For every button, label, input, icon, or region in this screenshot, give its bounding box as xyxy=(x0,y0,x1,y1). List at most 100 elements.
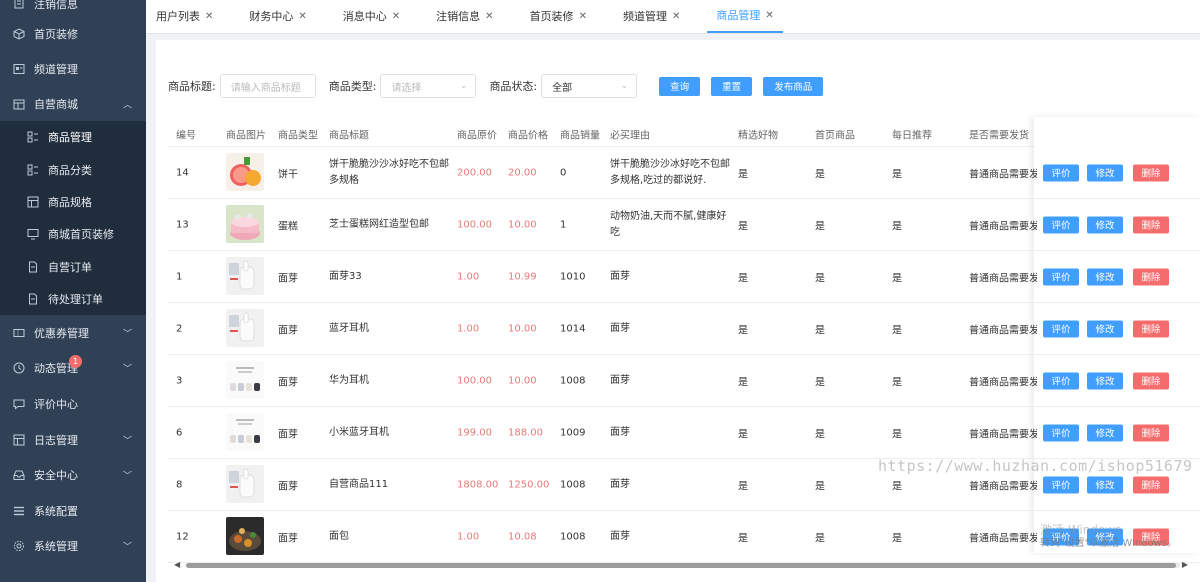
status-filter-value: 全部 xyxy=(552,82,573,94)
edit-button[interactable]: 修改 xyxy=(1087,216,1123,233)
search-button[interactable]: 查询 xyxy=(659,76,701,96)
cell-original-price: 200.00 xyxy=(457,167,492,178)
cell-home: 是 xyxy=(815,377,825,388)
edit-button[interactable]: 修改 xyxy=(1087,372,1123,389)
cell-daily: 是 xyxy=(892,169,902,180)
tab-item[interactable]: 用户列表 ✕ xyxy=(147,0,222,33)
chevron-down-icon: ﹀ xyxy=(122,542,132,553)
close-icon[interactable]: ✕ xyxy=(485,11,493,22)
close-icon[interactable]: ✕ xyxy=(298,11,306,22)
review-button[interactable]: 评价 xyxy=(1043,476,1079,493)
sidebar-item[interactable]: 自营商城 ︿ xyxy=(0,87,146,121)
sidebar-item[interactable]: 商城首页装修 xyxy=(0,218,146,251)
activation-line-1: 激活 Windows xyxy=(1040,523,1122,537)
delete-button[interactable]: 删除 xyxy=(1133,164,1169,181)
scroll-right-icon[interactable]: ▶ xyxy=(1182,560,1188,569)
tab-item[interactable]: 首页装修 ✕ xyxy=(521,0,596,33)
table-row: 2 面芽 蓝牙耳机 1.00 10.00 1014 面芽 是 是 是 普通商品需要发货评价修改删除 xyxy=(168,303,1200,355)
clock-icon xyxy=(12,361,26,375)
cell-price: 10.08 xyxy=(508,531,537,542)
sidebar-item[interactable]: 优惠券管理 ﹀ xyxy=(0,315,146,351)
cell-original-price: 1.00 xyxy=(457,323,480,334)
watermark-text: https://www.huzhan.com/ishop51679 xyxy=(878,457,1193,475)
delete-button[interactable]: 删除 xyxy=(1133,372,1169,389)
cell-home: 是 xyxy=(815,481,825,492)
scroll-left-icon[interactable]: ◀ xyxy=(174,560,180,569)
column-header: 商品原价 xyxy=(457,130,497,142)
column-header: 商品标题 xyxy=(329,130,369,142)
tab-item[interactable]: 财务中心 ✕ xyxy=(240,0,315,33)
edit-button[interactable]: 修改 xyxy=(1087,424,1123,441)
tab-item[interactable]: 频道管理 ✕ xyxy=(614,0,689,33)
cell-original-price: 1808.00 xyxy=(457,479,499,490)
horizontal-scrollbar[interactable]: ◀ ▶ xyxy=(174,560,1188,570)
tab-item[interactable]: 商品管理 ✕ xyxy=(707,0,783,33)
sidebar-item-label: 频道管理 xyxy=(34,63,78,77)
delete-button[interactable]: 删除 xyxy=(1133,320,1169,337)
cell-featured: 是 xyxy=(738,377,748,388)
close-icon[interactable]: ✕ xyxy=(765,10,773,21)
sidebar-item[interactable]: 日志管理 ﹀ xyxy=(0,422,146,458)
close-icon[interactable]: ✕ xyxy=(579,11,587,22)
scroll-thumb[interactable] xyxy=(186,563,1176,568)
delete-button[interactable]: 删除 xyxy=(1133,268,1169,285)
cell-ship: 普通商品需要发货 xyxy=(969,221,1037,232)
sidebar-item[interactable]: 安全中心 ﹀ xyxy=(0,457,146,493)
title-filter-input[interactable]: 请输入商品标题 xyxy=(219,74,316,98)
title-filter-label: 商品标题: xyxy=(168,80,216,93)
type-filter-select[interactable]: 请选择 ⌄ xyxy=(380,74,477,98)
review-button[interactable]: 评价 xyxy=(1043,164,1079,181)
close-icon[interactable]: ✕ xyxy=(672,11,680,22)
cell-price: 10.00 xyxy=(508,219,537,230)
tab-item[interactable]: 消息中心 ✕ xyxy=(334,0,409,33)
sidebar-item[interactable]: 商品管理 xyxy=(0,121,146,154)
review-button[interactable]: 评价 xyxy=(1043,372,1079,389)
cell-type: 面芽 xyxy=(278,273,298,284)
review-button[interactable]: 评价 xyxy=(1043,268,1079,285)
column-header: 编号 xyxy=(176,130,196,142)
sidebar-item-label: 商品管理 xyxy=(48,131,92,145)
sidebar-item[interactable]: 注销信息 xyxy=(0,0,146,16)
column-header: 商品类型 xyxy=(278,130,318,142)
sidebar-item[interactable]: 动态管理 1 ﹀ xyxy=(0,351,146,387)
cell-home: 是 xyxy=(815,221,825,232)
row-actions: 评价 修改 删除 xyxy=(1043,164,1169,181)
sidebar-item[interactable]: 系统管理 ﹀ xyxy=(0,529,146,565)
cell-sales: 0 xyxy=(560,167,567,178)
tab-item[interactable]: 注销信息 ✕ xyxy=(427,0,502,33)
review-button[interactable]: 评价 xyxy=(1043,424,1079,441)
review-button[interactable]: 评价 xyxy=(1043,216,1079,233)
sidebar-item-label: 待处理订单 xyxy=(48,292,103,306)
review-button[interactable]: 评价 xyxy=(1043,320,1079,337)
sidebar-item[interactable]: 系统配置 xyxy=(0,493,146,529)
sidebar-item[interactable]: 频道管理 xyxy=(0,52,146,88)
cell-title: 小米蓝牙耳机 xyxy=(329,426,389,438)
sidebar-item[interactable]: 首页装修 xyxy=(0,16,146,52)
close-icon[interactable]: ✕ xyxy=(392,11,400,22)
table-icon xyxy=(26,195,40,209)
sidebar-item[interactable]: 商品分类 xyxy=(0,153,146,186)
reset-button[interactable]: 重置 xyxy=(711,76,753,96)
sidebar-item-label: 自营订单 xyxy=(48,260,92,274)
chat-icon xyxy=(12,397,26,411)
status-filter-select[interactable]: 全部 ⌄ xyxy=(541,74,638,98)
sidebar-item[interactable]: 商品规格 xyxy=(0,185,146,219)
publish-product-button[interactable]: 发布商品 xyxy=(763,76,824,96)
sidebar: 注销信息 首页装修频道管理自营商城 ︿ 商品管理商品分类 商品规格 商城首页装修自营订单待… xyxy=(0,0,146,582)
cell-featured: 是 xyxy=(738,273,748,284)
sidebar-item[interactable]: 待处理订单 xyxy=(0,282,146,315)
edit-button[interactable]: 修改 xyxy=(1087,164,1123,181)
close-icon[interactable]: ✕ xyxy=(205,11,213,22)
edit-button[interactable]: 修改 xyxy=(1087,476,1123,493)
edit-button[interactable]: 修改 xyxy=(1087,268,1123,285)
sidebar-item[interactable]: 评价中心 xyxy=(0,386,146,422)
cell-home: 是 xyxy=(815,169,825,180)
sidebar-item[interactable]: 自营订单 xyxy=(0,250,146,283)
delete-button[interactable]: 删除 xyxy=(1133,476,1169,493)
cell-reason: 饼干脆脆沙沙冰好吃不包邮多规格,吃过的都说好. xyxy=(610,158,730,186)
edit-button[interactable]: 修改 xyxy=(1087,320,1123,337)
delete-button[interactable]: 删除 xyxy=(1133,216,1169,233)
cell-daily: 是 xyxy=(892,377,902,388)
menu-icon xyxy=(12,504,26,518)
delete-button[interactable]: 删除 xyxy=(1133,424,1169,441)
